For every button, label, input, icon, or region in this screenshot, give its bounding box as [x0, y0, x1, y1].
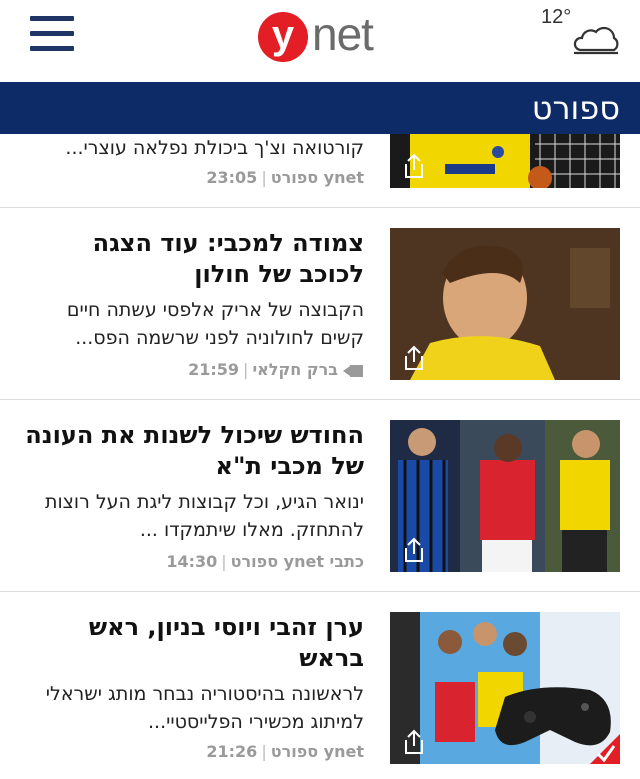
article-meta: ynet ספורט|21:26: [20, 742, 364, 761]
meta-separator: |: [243, 360, 249, 379]
article-meta: ברק חקלאי|21:59: [20, 360, 364, 379]
meta-separator: |: [221, 552, 227, 571]
share-icon[interactable]: [400, 344, 428, 372]
article-headline[interactable]: צמודה למכבי: עוד הצגה לכוכב של חולון: [20, 228, 364, 290]
article-item[interactable]: ערן זהבי ויוסי בניון, ראש בראש לראשונה ב…: [0, 592, 640, 779]
video-icon: [343, 364, 363, 377]
meta-separator: |: [261, 742, 267, 761]
article-time: 14:30: [166, 552, 218, 571]
article-time: 21:59: [188, 360, 240, 379]
article-author: ברק חקלאי: [252, 360, 338, 379]
article-author: ynet ספורט: [270, 168, 364, 187]
logo-net: net: [312, 8, 374, 60]
article-item[interactable]: החודש שיכול לשנות את העונה של מכבי ת"א י…: [0, 400, 640, 592]
share-icon[interactable]: [400, 728, 428, 756]
article-thumbnail[interactable]: [390, 228, 620, 380]
section-bar: ספורט: [0, 82, 640, 134]
article-thumbnail[interactable]: [390, 612, 620, 764]
section-title: ספורט: [531, 89, 620, 127]
meta-separator: |: [261, 168, 267, 187]
article-thumbnail[interactable]: [390, 134, 620, 188]
article-time: 21:26: [206, 742, 258, 761]
article-summary[interactable]: ינואר הגיע, וכל קבוצות ליגת העל רוצות לה…: [20, 488, 364, 544]
article-item[interactable]: קורטואה וצ'ך ביכולת נפלאה עוצרי... ynet …: [0, 134, 640, 208]
article-time: 23:05: [206, 168, 258, 187]
top-header: y net 12°: [0, 0, 640, 82]
logo-y: y: [258, 12, 308, 62]
article-meta: ynet ספורט|23:05: [20, 168, 364, 187]
article-author: כתבי ynet ספורט: [230, 552, 364, 571]
share-icon[interactable]: [400, 152, 428, 180]
article-thumbnail[interactable]: [390, 420, 620, 572]
article-summary[interactable]: קורטואה וצ'ך ביכולת נפלאה עוצרי...: [20, 134, 364, 162]
ynet-logo[interactable]: y net: [258, 8, 382, 68]
cloud-icon[interactable]: [570, 24, 622, 56]
article-summary[interactable]: הקבוצה של אריק אלפסי עשתה חיים קשים לחול…: [20, 296, 364, 352]
article-summary[interactable]: לראשונה בהיסטוריה נבחר מותג ישראלי למיתו…: [20, 680, 364, 736]
article-headline[interactable]: ערן זהבי ויוסי בניון, ראש בראש: [20, 612, 364, 674]
share-icon[interactable]: [400, 536, 428, 564]
article-meta: כתבי ynet ספורט|14:30: [20, 552, 364, 571]
hamburger-menu-icon[interactable]: [30, 16, 76, 56]
article-author: ynet ספורט: [270, 742, 364, 761]
article-headline[interactable]: החודש שיכול לשנות את העונה של מכבי ת"א: [20, 420, 364, 482]
article-item[interactable]: צמודה למכבי: עוד הצגה לכוכב של חולון הקב…: [0, 208, 640, 400]
weather-temperature[interactable]: 12°: [541, 6, 571, 29]
